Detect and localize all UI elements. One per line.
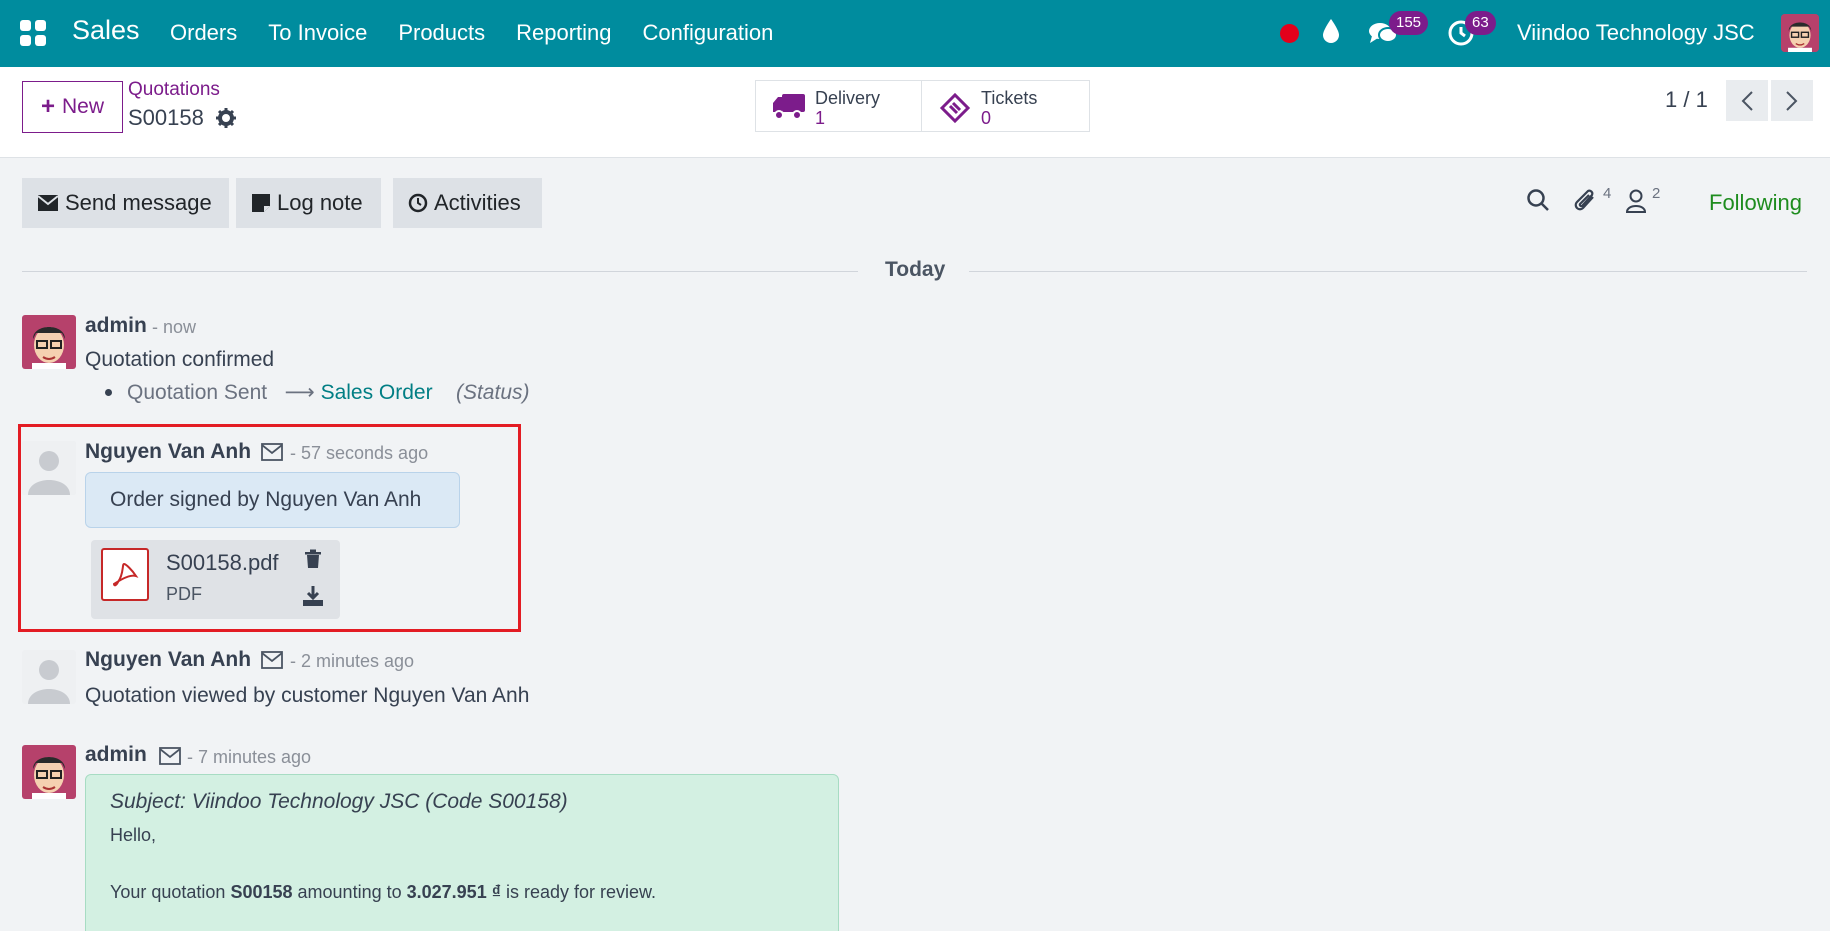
avatar[interactable] xyxy=(22,650,76,704)
paperclip-icon[interactable] xyxy=(1573,188,1599,221)
message-author[interactable]: Nguyen Van Anh xyxy=(85,648,251,672)
ticket-icon xyxy=(938,91,972,130)
menu-item-to-invoice[interactable]: To Invoice xyxy=(268,20,367,46)
tickets-count: 0 xyxy=(981,108,992,128)
activity-count-badge: 63 xyxy=(1465,11,1496,35)
message-author[interactable]: Nguyen Van Anh xyxy=(85,440,251,464)
tickets-label: Tickets xyxy=(981,88,1038,108)
log-note-label: Log note xyxy=(277,190,363,215)
download-icon[interactable] xyxy=(302,585,324,612)
chat-count-badge: 155 xyxy=(1389,11,1429,35)
menu-item-orders[interactable]: Orders xyxy=(170,20,237,46)
tickets-smart-button[interactable]: Tickets 0 xyxy=(921,80,1090,132)
delivery-count: 1 xyxy=(815,108,826,128)
send-message-button[interactable]: Send message xyxy=(22,178,229,228)
menu-item-reporting[interactable]: Reporting xyxy=(516,20,611,46)
date-divider-line xyxy=(22,271,858,272)
apps-menu-icon[interactable] xyxy=(20,20,46,46)
menu-item-configuration[interactable]: Configuration xyxy=(643,20,774,46)
attachment-card[interactable]: S00158.pdf PDF xyxy=(91,540,340,619)
date-divider-line xyxy=(969,271,1807,272)
drop-icon[interactable] xyxy=(1322,18,1340,49)
user-avatar[interactable] xyxy=(1781,14,1819,52)
control-panel: + New Quotations S00158 Delivery 1 Ticket… xyxy=(0,67,1830,158)
message-body: Quotation viewed by customer Nguyen Van … xyxy=(85,684,530,707)
attachments-count: 4 xyxy=(1603,185,1612,202)
date-separator: Today xyxy=(885,258,946,281)
envelope-icon xyxy=(261,651,283,674)
note-icon xyxy=(252,194,270,212)
message-author[interactable]: admin xyxy=(85,314,147,338)
chevron-left-icon xyxy=(1741,90,1753,111)
envelope-icon xyxy=(37,195,59,211)
gear-icon[interactable] xyxy=(216,108,236,133)
email-greeting: Hello, xyxy=(110,825,157,845)
new-button[interactable]: + New xyxy=(22,81,123,133)
truck-icon xyxy=(772,91,806,126)
top-navbar: Sales Orders To Invoice Products Reporti… xyxy=(0,0,1830,67)
company-switcher[interactable]: Viindoo Technology JSC xyxy=(1517,20,1755,46)
tracking-field-name: (Status) xyxy=(455,381,530,404)
delivery-label: Delivery xyxy=(815,88,881,108)
pager-value[interactable]: 1 / 1 xyxy=(1665,87,1708,113)
avatar[interactable] xyxy=(22,441,76,495)
message-date: - 2 minutes ago xyxy=(290,651,415,671)
arrow-right-icon: ⟶ xyxy=(272,381,321,404)
plus-icon: + xyxy=(40,93,55,120)
pdf-file-icon xyxy=(101,548,149,601)
menu-item-products[interactable]: Products xyxy=(398,20,485,46)
email-message-body: Subject: Viindoo Technology JSC (Code S0… xyxy=(85,774,839,931)
pager-next-button[interactable] xyxy=(1771,80,1813,121)
email-subject: Subject: Viindoo Technology JSC (Code S0… xyxy=(110,790,568,813)
breadcrumb-current: S00158 xyxy=(128,105,204,130)
recording-status-icon[interactable] xyxy=(1280,24,1299,43)
message-bubble: Order signed by Nguyen Van Anh xyxy=(85,472,460,528)
tracking-new-value: Sales Order xyxy=(320,381,433,404)
tracking-old-value: Quotation Sent xyxy=(127,381,268,404)
attachment-name: S00158.pdf xyxy=(166,550,279,575)
message-date: - 57 seconds ago xyxy=(290,443,429,463)
envelope-icon xyxy=(261,443,283,466)
bullet xyxy=(105,389,112,396)
message-author[interactable]: admin xyxy=(85,743,147,767)
followers-count: 2 xyxy=(1652,185,1661,202)
trash-icon[interactable] xyxy=(304,549,322,574)
new-button-label: New xyxy=(62,95,105,118)
avatar[interactable] xyxy=(22,745,76,799)
search-messages-icon[interactable] xyxy=(1526,188,1550,217)
followers-icon[interactable] xyxy=(1625,188,1647,219)
breadcrumb-parent[interactable]: Quotations xyxy=(128,79,220,101)
envelope-icon xyxy=(159,747,181,770)
email-amount: 3.027.951 ₫ xyxy=(406,882,501,902)
chevron-right-icon xyxy=(1786,90,1798,111)
message-date: - 7 minutes ago xyxy=(187,747,312,767)
app-brand[interactable]: Sales xyxy=(72,15,140,46)
email-line-mid: amounting to xyxy=(297,882,402,902)
pager-previous-button[interactable] xyxy=(1726,80,1768,121)
attachment-type: PDF xyxy=(166,584,202,604)
main-menu: Orders To Invoice Products Reporting Con… xyxy=(170,20,804,46)
log-note-button[interactable]: Log note xyxy=(236,178,381,228)
send-message-label: Send message xyxy=(65,190,212,215)
email-line-prefix: Your quotation xyxy=(110,882,226,902)
following-button[interactable]: Following xyxy=(1709,190,1802,216)
message-date: - now xyxy=(152,317,197,337)
message-body: Quotation confirmed xyxy=(85,348,275,371)
delivery-smart-button[interactable]: Delivery 1 xyxy=(755,80,924,132)
email-text-line: Your quotation S00158 amounting to 3.027… xyxy=(110,882,656,903)
clock-icon xyxy=(408,193,428,213)
email-line-suffix: is ready for review. xyxy=(505,882,657,902)
activities-button[interactable]: Activities xyxy=(393,178,542,228)
avatar[interactable] xyxy=(22,315,76,369)
tracking-value: Quotation Sent ⟶ Sales Order (Status) xyxy=(105,380,530,405)
email-quotation-code: S00158 xyxy=(230,882,293,902)
activities-label: Activities xyxy=(434,190,521,215)
